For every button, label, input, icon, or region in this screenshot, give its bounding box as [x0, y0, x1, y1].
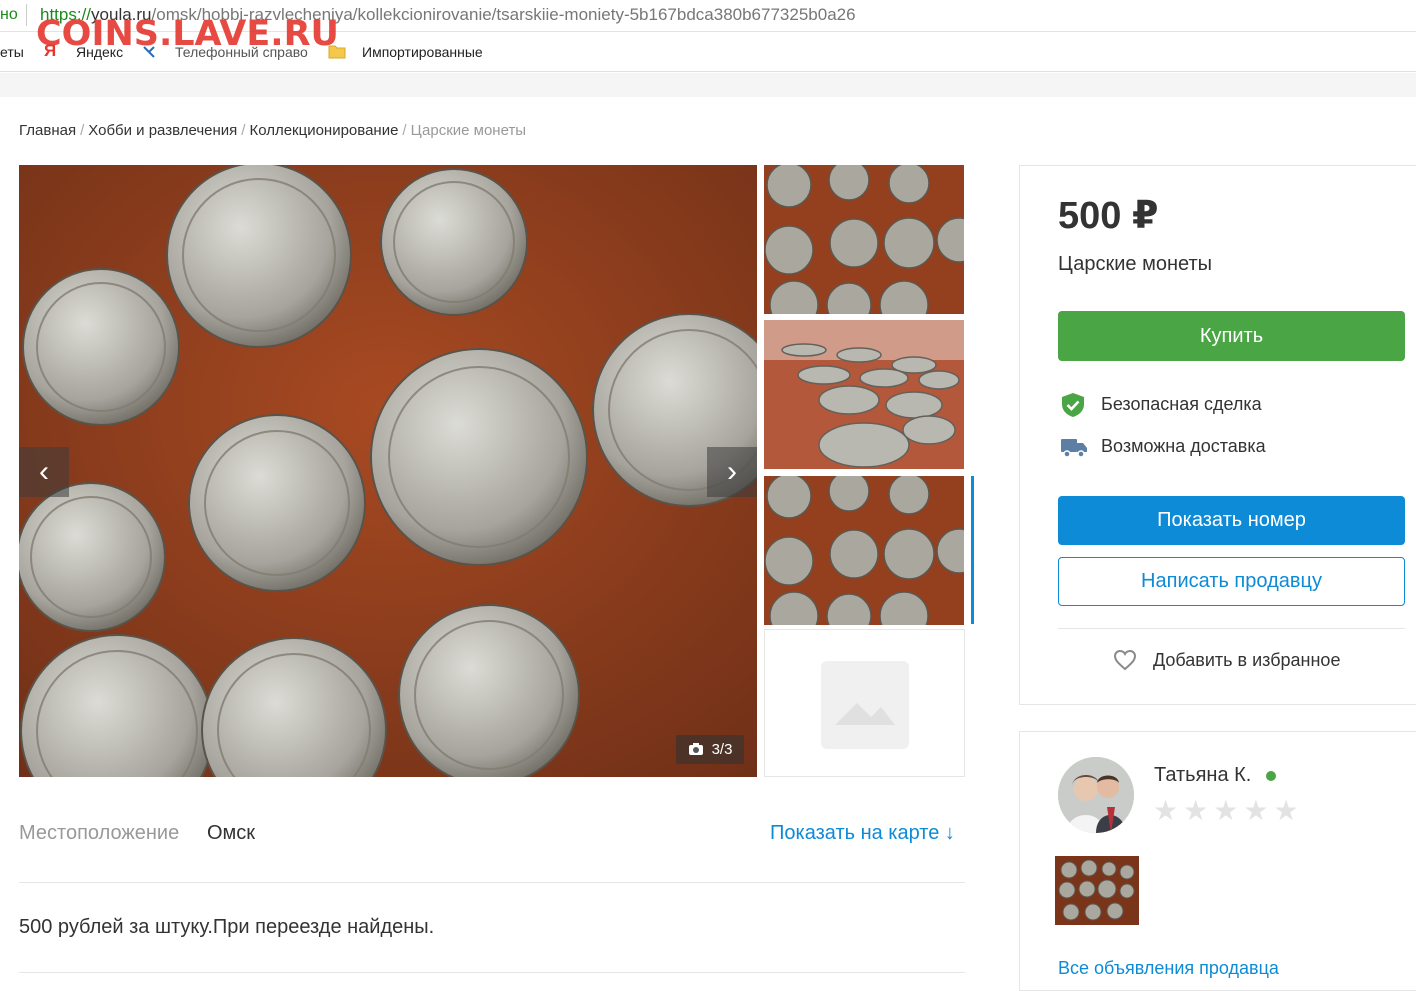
divider: [19, 882, 965, 883]
breadcrumb-separator: /: [241, 122, 246, 139]
buy-button[interactable]: Купить: [1058, 311, 1405, 361]
divider: [1058, 628, 1405, 629]
main-product-photo[interactable]: [19, 165, 757, 777]
write-seller-button[interactable]: Написать продавцу: [1058, 557, 1405, 606]
show-on-map-link[interactable]: Показать на карте ↓: [770, 822, 955, 845]
star-icon: ★: [1273, 795, 1304, 826]
camera-icon: [688, 737, 704, 766]
location-value: Омск: [207, 822, 256, 844]
seller-name[interactable]: Татьяна К.: [1154, 764, 1251, 787]
star-icon: ★: [1243, 795, 1274, 826]
photo-counter: 3/3: [676, 735, 744, 764]
gallery-thumbnail-empty: [764, 629, 965, 777]
breadcrumb-separator: /: [80, 122, 85, 139]
all-seller-ads-link[interactable]: Все объявления продавца: [1058, 958, 1279, 979]
divider: [19, 972, 965, 973]
safe-deal-label: Безопасная сделка: [1101, 394, 1262, 414]
breadcrumb-hobby[interactable]: Хобби и развлечения: [88, 122, 237, 139]
breadcrumb-separator: /: [402, 122, 407, 139]
gallery-next-button[interactable]: ›: [707, 447, 757, 497]
truck-icon: [1060, 436, 1087, 462]
image-placeholder-icon: [821, 661, 909, 749]
seller-avatar[interactable]: [1058, 757, 1134, 833]
online-status-indicator: [1266, 771, 1276, 781]
shield-check-icon: [1060, 392, 1086, 418]
seller-listing-thumbnail[interactable]: [1055, 856, 1139, 925]
photo-counter-text: 3/3: [711, 741, 733, 758]
chevron-right-icon: ›: [727, 455, 737, 488]
show-phone-button[interactable]: Показать номер: [1058, 496, 1405, 545]
breadcrumb-home[interactable]: Главная: [19, 122, 76, 139]
breadcrumb-collecting[interactable]: Коллекционирование: [249, 122, 398, 139]
gallery-thumbnail-1[interactable]: [764, 165, 964, 314]
delivery-label: Возможна доставка: [1101, 436, 1266, 456]
offer-card: [1019, 165, 1416, 705]
location-label: Местоположение: [19, 822, 180, 844]
heart-icon[interactable]: [1113, 648, 1137, 672]
star-icon: ★: [1153, 795, 1184, 826]
gallery-prev-button[interactable]: ‹: [19, 447, 69, 497]
active-thumbnail-indicator: [971, 476, 974, 624]
star-icon: ★: [1183, 795, 1214, 826]
gallery-thumbnail-3[interactable]: [764, 476, 964, 625]
gallery-thumbnail-2[interactable]: [764, 320, 964, 469]
bookmark-item-imported[interactable]: Импортированные: [362, 44, 483, 60]
site-watermark: COINS.LAVE.RU: [36, 14, 339, 54]
add-to-favorites-button[interactable]: Добавить в избранное: [1153, 650, 1340, 671]
address-divider: [26, 4, 27, 26]
item-price: 500 ₽: [1058, 195, 1159, 237]
item-title: Царские монеты: [1058, 253, 1212, 275]
star-icon: ★: [1213, 795, 1244, 826]
seller-rating: ★★★★★: [1153, 794, 1304, 827]
breadcrumb: Главная / Хобби и развлечения / Коллекционир…: [19, 122, 526, 139]
security-indicator[interactable]: но: [0, 6, 18, 24]
breadcrumb-current: Царские монеты: [410, 122, 527, 139]
item-description: 500 рублей за штуку.При переезде найдены…: [19, 916, 435, 938]
site-header-strip: [0, 73, 1416, 97]
bookmark-item-fragment[interactable]: еты: [0, 44, 24, 60]
chevron-left-icon: ‹: [39, 455, 49, 488]
